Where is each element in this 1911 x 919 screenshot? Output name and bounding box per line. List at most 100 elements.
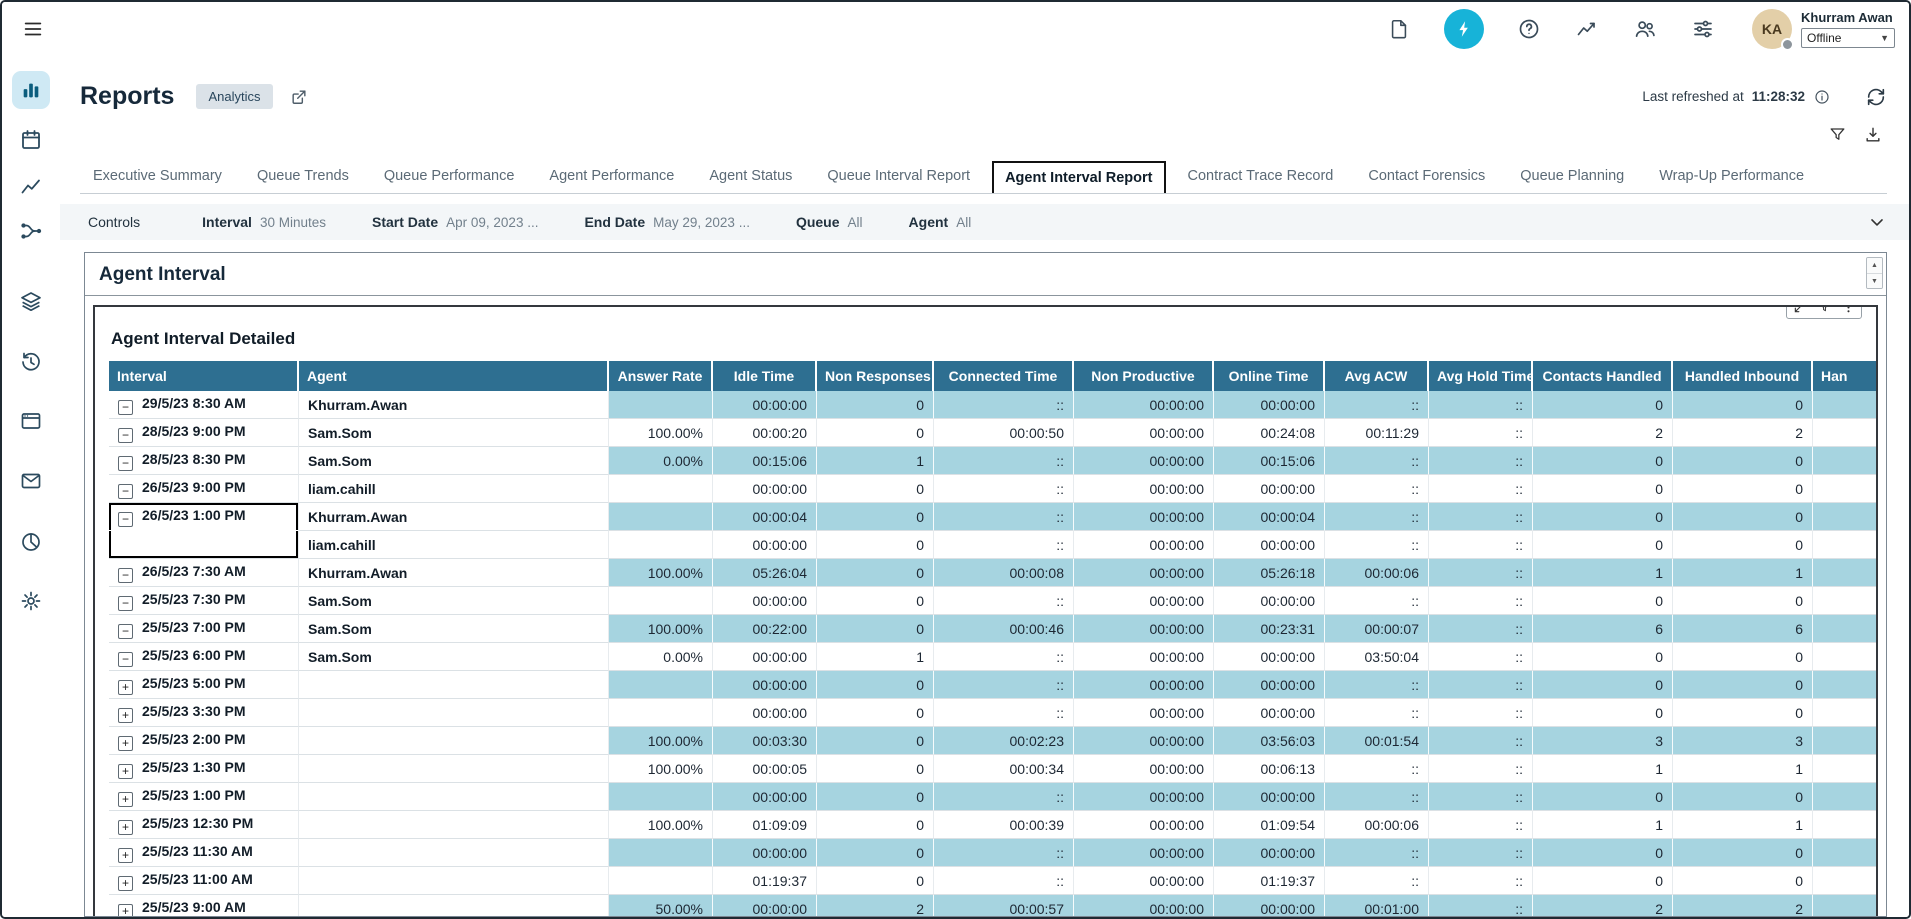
metric-cell[interactable]: 100.00%: [609, 419, 713, 447]
metric-cell[interactable]: ::: [1325, 587, 1429, 615]
metric-cell[interactable]: 6: [1673, 615, 1813, 643]
metric-cell[interactable]: ::: [1429, 503, 1533, 531]
metric-cell[interactable]: 0: [1533, 839, 1673, 867]
metric-cell[interactable]: ::: [1325, 755, 1429, 783]
metric-cell[interactable]: 00:00:04: [713, 503, 817, 531]
agent-cell[interactable]: [299, 699, 609, 727]
metric-cell[interactable]: 00:00:00: [713, 643, 817, 671]
metric-cell[interactable]: [1813, 839, 1878, 867]
interval-cell[interactable]: −26/5/23 1:00 PM: [109, 503, 299, 531]
metric-cell[interactable]: 00:00:00: [713, 699, 817, 727]
filter-queue[interactable]: Queue All: [796, 214, 863, 230]
metric-cell[interactable]: 2: [1533, 895, 1673, 917]
widget-scrollbar[interactable]: ▲ ▼: [1866, 257, 1883, 289]
interval-cell[interactable]: −26/5/23 7:30 AM: [109, 559, 299, 587]
history-icon[interactable]: [18, 349, 44, 375]
metric-cell[interactable]: ::: [934, 391, 1074, 419]
interval-cell[interactable]: −28/5/23 8:30 PM: [109, 447, 299, 475]
metric-cell[interactable]: 1: [1533, 559, 1673, 587]
metric-cell[interactable]: 0.00%: [609, 643, 713, 671]
metric-cell[interactable]: 05:26:04: [713, 559, 817, 587]
metric-cell[interactable]: 6: [1533, 615, 1673, 643]
metric-cell[interactable]: 00:00:00: [1074, 783, 1214, 811]
gear-icon[interactable]: [18, 588, 44, 614]
metric-cell[interactable]: 0: [1673, 783, 1813, 811]
metric-cell[interactable]: 0: [1533, 447, 1673, 475]
interval-cell[interactable]: +25/5/23 2:00 PM: [109, 727, 299, 755]
expand-row-icon[interactable]: +: [118, 736, 133, 751]
metric-cell[interactable]: 100.00%: [609, 559, 713, 587]
metric-cell[interactable]: ::: [934, 839, 1074, 867]
metric-cell[interactable]: 00:00:00: [713, 895, 817, 917]
bolt-icon[interactable]: [1444, 9, 1484, 49]
download-icon[interactable]: [1863, 125, 1883, 145]
metric-cell[interactable]: 01:09:54: [1214, 811, 1325, 839]
metric-cell[interactable]: 1: [1673, 755, 1813, 783]
metric-cell[interactable]: 00:00:06: [1325, 559, 1429, 587]
metric-cell[interactable]: ::: [1429, 867, 1533, 895]
column-header[interactable]: Online Time: [1214, 361, 1325, 391]
filter-agent[interactable]: Agent All: [909, 214, 972, 230]
metric-cell[interactable]: ::: [1325, 783, 1429, 811]
expand-row-icon[interactable]: +: [118, 820, 133, 835]
metric-cell[interactable]: ::: [934, 867, 1074, 895]
metric-cell[interactable]: ::: [1429, 783, 1533, 811]
metric-cell[interactable]: ::: [1429, 587, 1533, 615]
metric-cell[interactable]: 00:15:06: [713, 447, 817, 475]
agent-cell[interactable]: Sam.Som: [299, 615, 609, 643]
metric-cell[interactable]: 1: [1533, 811, 1673, 839]
expand-row-icon[interactable]: +: [118, 680, 133, 695]
metric-cell[interactable]: 0: [1533, 671, 1673, 699]
metric-cell[interactable]: 0: [817, 391, 934, 419]
metric-cell[interactable]: 00:00:00: [713, 587, 817, 615]
metric-cell[interactable]: 0: [1673, 699, 1813, 727]
collapse-row-icon[interactable]: −: [118, 428, 133, 443]
metric-cell[interactable]: 00:00:00: [713, 531, 817, 559]
contact-flow-icon[interactable]: [18, 218, 44, 244]
metric-cell[interactable]: 0: [817, 671, 934, 699]
expand-row-icon[interactable]: +: [118, 764, 133, 779]
metric-cell[interactable]: ::: [1429, 531, 1533, 559]
hamburger-icon[interactable]: [20, 16, 46, 42]
metric-cell[interactable]: 00:00:00: [1214, 643, 1325, 671]
agent-cell[interactable]: [299, 811, 609, 839]
metric-cell[interactable]: ::: [934, 671, 1074, 699]
filter-icon[interactable]: [1828, 125, 1847, 145]
metric-cell[interactable]: ::: [1325, 699, 1429, 727]
agent-cell[interactable]: Khurram.Awan: [299, 559, 609, 587]
metric-cell[interactable]: 0: [1533, 391, 1673, 419]
metric-cell[interactable]: ::: [1325, 447, 1429, 475]
metric-cell[interactable]: 0: [817, 727, 934, 755]
metric-cell[interactable]: 00:00:00: [1074, 559, 1214, 587]
column-header[interactable]: Han: [1813, 361, 1878, 391]
metric-cell[interactable]: [609, 475, 713, 503]
metric-cell[interactable]: [609, 531, 713, 559]
metric-cell[interactable]: 00:00:00: [1074, 895, 1214, 917]
help-icon[interactable]: [1516, 16, 1542, 42]
metric-cell[interactable]: 03:56:03: [1214, 727, 1325, 755]
agent-cell[interactable]: liam.cahill: [299, 531, 609, 559]
metric-cell[interactable]: 00:00:00: [1214, 699, 1325, 727]
metric-cell[interactable]: 3: [1673, 727, 1813, 755]
metric-cell[interactable]: ::: [934, 531, 1074, 559]
metric-cell[interactable]: 00:00:46: [934, 615, 1074, 643]
metric-cell[interactable]: ::: [934, 783, 1074, 811]
interval-cell[interactable]: −29/5/23 8:30 AM: [109, 391, 299, 419]
metric-cell[interactable]: 0: [1673, 587, 1813, 615]
metric-cell[interactable]: ::: [1325, 503, 1429, 531]
interval-cell[interactable]: −25/5/23 7:00 PM: [109, 615, 299, 643]
metric-cell[interactable]: 00:00:05: [713, 755, 817, 783]
metric-cell[interactable]: 100.00%: [609, 755, 713, 783]
metric-cell[interactable]: 1: [1673, 811, 1813, 839]
metric-cell[interactable]: 0.00%: [609, 447, 713, 475]
metric-cell[interactable]: 0: [1673, 503, 1813, 531]
metric-cell[interactable]: 00:00:00: [1214, 587, 1325, 615]
filter-start-date[interactable]: Start Date Apr 09, 2023 ...: [372, 214, 538, 230]
metric-cell[interactable]: [609, 391, 713, 419]
expand-row-icon[interactable]: +: [118, 848, 133, 863]
column-header[interactable]: Agent: [299, 361, 609, 391]
metric-cell[interactable]: 0: [817, 587, 934, 615]
agent-cell[interactable]: [299, 727, 609, 755]
metric-cell[interactable]: 00:00:00: [1074, 727, 1214, 755]
metric-cell[interactable]: 00:15:06: [1214, 447, 1325, 475]
